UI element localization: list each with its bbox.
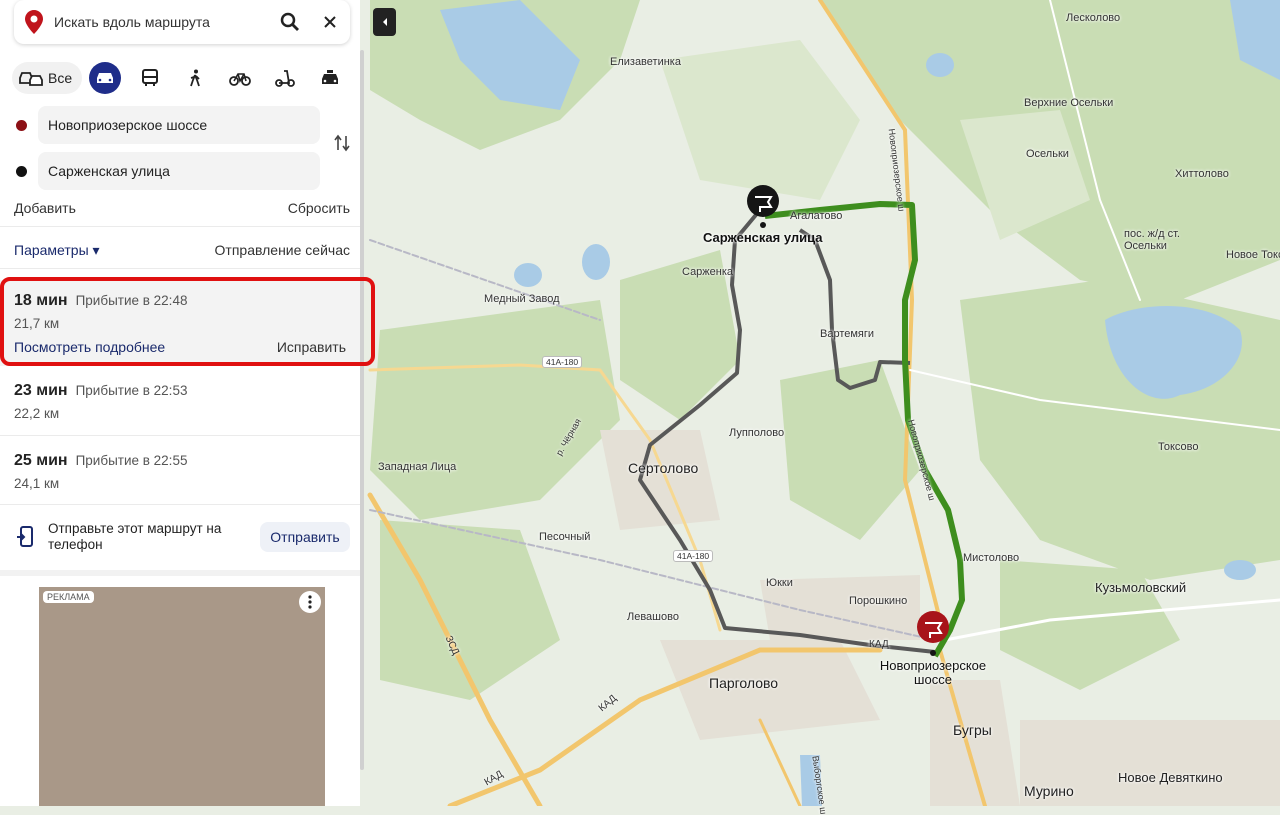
chevron-left-icon — [382, 18, 387, 26]
place-label: Сарженка — [682, 266, 734, 278]
place-label: Агалатово — [790, 210, 843, 222]
route-end-label: Сарженская улица — [703, 230, 823, 245]
bicycle-icon — [228, 73, 251, 86]
mode-bus-button[interactable] — [127, 62, 172, 94]
route-option-selected[interactable]: 18 мин Прибытие в 22:48 21,7 км Посмотрет… — [0, 280, 360, 366]
route-to-field[interactable]: Сарженская улица — [38, 152, 320, 190]
params-dropdown[interactable]: Параметры ▾ — [14, 242, 100, 259]
route-option[interactable]: 23 мин Прибытие в 22:53 22,2 км — [0, 368, 360, 436]
route-distance: 21,7 км — [14, 316, 60, 331]
place-label: Лесколово — [1066, 12, 1121, 24]
add-point-button[interactable]: Добавить — [14, 200, 76, 216]
close-icon[interactable] — [310, 15, 350, 29]
place-label: Осельки — [1026, 148, 1069, 160]
road-number: 41А-180 — [542, 356, 583, 368]
destination-dot — [16, 166, 27, 177]
place-label: Елизаветинка — [610, 56, 681, 68]
sidebar-scrollbar[interactable] — [360, 50, 364, 770]
mode-car-button[interactable] — [82, 62, 127, 94]
place-label: Новое Токс — [1226, 249, 1280, 261]
vehicles-icon — [19, 72, 43, 86]
mode-taxi-button[interactable] — [307, 62, 352, 94]
route-fix-link[interactable]: Исправить — [277, 339, 346, 355]
place-label: пос. ж/д ст. Осельки — [1124, 228, 1180, 252]
phone-icon — [16, 526, 34, 553]
place-label: Мурино — [1024, 783, 1074, 799]
route-distance: 22,2 км — [14, 406, 60, 421]
walking-icon — [189, 69, 200, 87]
send-route-button[interactable]: Отправить — [260, 522, 350, 552]
route-arrival: Прибытие в 22:53 — [75, 383, 188, 398]
route-edit-actions: Добавить Сбросить — [14, 200, 350, 216]
place-label: Юкки — [766, 577, 793, 589]
divider — [0, 226, 360, 227]
place-label: Новое Девяткино — [1118, 770, 1223, 785]
route-duration: 18 мин — [14, 292, 68, 309]
place-label: Порошкино — [849, 595, 908, 607]
route-duration: 23 мин — [14, 382, 68, 399]
place-label: Лупполово — [729, 427, 785, 439]
car-icon — [96, 73, 113, 83]
route-arrival: Прибытие в 22:55 — [75, 453, 188, 468]
collapse-panel-button[interactable] — [373, 8, 396, 36]
place-label: Левашово — [627, 611, 679, 623]
place-label: Бугры — [953, 722, 992, 738]
ad-label: РЕКЛАМА — [43, 591, 94, 603]
location-pin-icon — [14, 10, 54, 34]
place-label: Песочный — [539, 531, 591, 543]
transport-modes: Все — [12, 60, 352, 96]
divider — [0, 570, 360, 576]
swap-points-icon[interactable] — [333, 134, 351, 157]
route-sidebar: Искать вдоль маршрута Все Новоприозерско… — [0, 0, 360, 806]
mode-scooter-button[interactable] — [262, 62, 307, 94]
place-label: Верхние Осельки — [1024, 97, 1114, 109]
advertisement-banner[interactable]: РЕКЛАМА — [39, 587, 325, 806]
route-option[interactable]: 25 мин Прибытие в 22:55 24,1 км — [0, 437, 360, 505]
place-label: Кузьмоловский — [1095, 580, 1187, 595]
search-input[interactable]: Искать вдоль маршрута — [54, 14, 270, 30]
place-label: Медный Завод — [484, 293, 560, 305]
origin-dot — [16, 120, 27, 131]
bus-icon — [141, 69, 158, 86]
place-label: Парголово — [709, 675, 779, 691]
mode-walk-button[interactable] — [172, 62, 217, 94]
route-duration: 25 мин — [14, 452, 68, 469]
road-label: КАД — [869, 639, 889, 650]
route-arrival: Прибытие в 22:48 — [75, 293, 188, 308]
reset-button[interactable]: Сбросить — [288, 200, 350, 216]
place-label: Мистолово — [963, 552, 1020, 564]
route-distance: 24,1 км — [14, 476, 60, 491]
route-search-bar[interactable]: Искать вдоль маршрута — [14, 0, 350, 44]
route-params-row: Параметры ▾ Отправление сейчас — [14, 242, 350, 259]
send-route-text: Отправьте этот маршрут на телефон — [48, 521, 222, 552]
taxi-icon — [321, 70, 338, 84]
place-label: Хиттолово — [1175, 168, 1229, 180]
mode-bicycle-button[interactable] — [217, 62, 262, 94]
departure-time-button[interactable]: Отправление сейчас — [215, 242, 350, 259]
route-start-label: Новоприозерское шоссе — [879, 658, 987, 687]
route-details-link[interactable]: Посмотреть подробнее — [14, 339, 165, 355]
divider — [0, 268, 360, 269]
place-label: Сертолово — [628, 460, 699, 476]
place-label: Западная Лица — [378, 461, 457, 473]
place-label: Вартемяги — [820, 328, 875, 340]
mode-all-button[interactable]: Все — [12, 62, 83, 94]
scooter-icon — [274, 70, 295, 87]
route-from-field[interactable]: Новоприозерское шоссе — [38, 106, 320, 144]
search-icon[interactable] — [270, 12, 310, 32]
road-number: 41А-180 — [673, 550, 714, 562]
place-label: Токсово — [1158, 441, 1199, 453]
mode-all-label: Все — [48, 70, 73, 86]
more-options-icon[interactable] — [299, 591, 321, 613]
